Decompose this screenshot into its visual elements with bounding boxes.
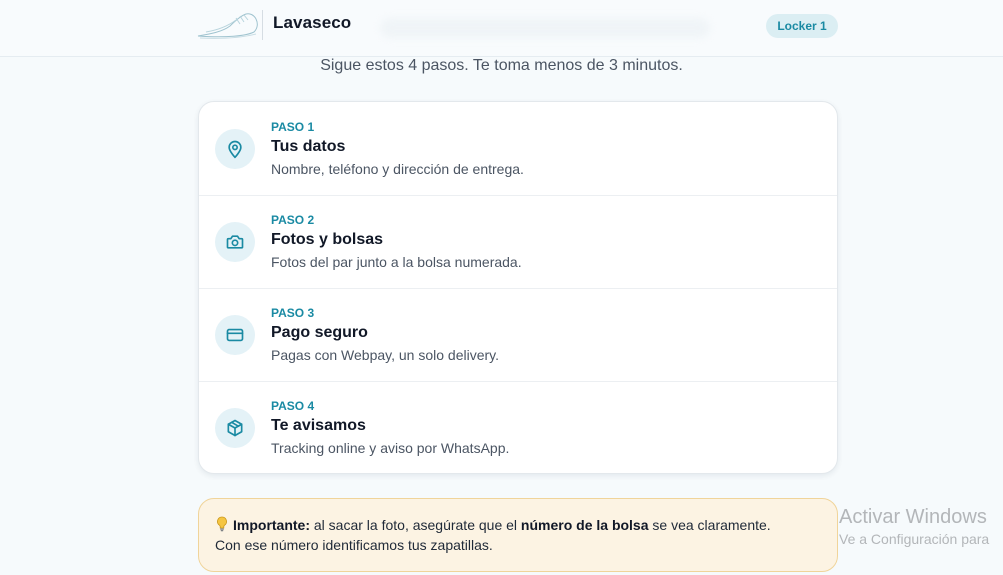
notice-text-1: al sacar la foto, asegúrate que el [313,517,518,533]
page-subtitle: Sigue estos 4 pasos. Te toma menos de 3 … [320,57,683,74]
step-description: Nombre, teléfono y dirección de entrega. [271,161,524,177]
logo-divider [262,10,263,40]
credit-card-icon [215,315,255,355]
step-title: Fotos y bolsas [271,231,384,248]
notice-line-2: Con ese número identificamos tus zapatil… [215,537,493,553]
step-title: Pago seguro [271,324,368,341]
step-title: Tus datos [271,138,346,155]
package-icon [215,408,255,448]
step-description: Pagas con Webpay, un solo delivery. [271,347,500,363]
notice-emphasis: número de la bolsa [520,517,649,533]
locker-badge: Locker 1 [766,14,838,38]
step-item: PASO 1 Tus datos Nombre, teléfono y dire… [199,102,837,195]
location-pin-icon [215,129,255,169]
notice-text-2: se vea claramente. [652,517,771,533]
important-notice: Importante: al sacar la foto, asegúrate … [198,498,838,572]
step-description: Tracking online y aviso por WhatsApp. [271,440,510,456]
activate-windows-title: Activar Windows [839,506,987,528]
step-description: Fotos del par junto a la bolsa numerada. [271,254,522,270]
lightbulb-icon [217,516,227,532]
brand-name: Lavaseco [273,13,352,32]
notice-line-1: Importante: al sacar la foto, asegúrate … [215,515,821,535]
step-kicker: PASO 4 [271,399,315,413]
activate-windows-subtitle: Ve a Configuración para [839,531,990,547]
step-item: PASO 2 Fotos y bolsas Fotos del par junt… [199,195,837,288]
step-title: Te avisamos [271,417,366,434]
step-item: PASO 4 Te avisamos Tracking online y avi… [199,381,837,473]
step-kicker: PASO 3 [271,306,315,320]
camera-icon [215,222,255,262]
steps-card: PASO 1 Tus datos Nombre, teléfono y dire… [198,101,838,474]
top-header: Lavaseco Locker 1 [0,0,1003,57]
sneaker-logo-icon [197,13,258,39]
step-kicker: PASO 2 [271,213,315,227]
notice-label: Importante: [233,517,310,533]
blurred-header-content [380,18,710,38]
step-item: PASO 3 Pago seguro Pagas con Webpay, un … [199,288,837,381]
step-kicker: PASO 1 [271,120,315,134]
